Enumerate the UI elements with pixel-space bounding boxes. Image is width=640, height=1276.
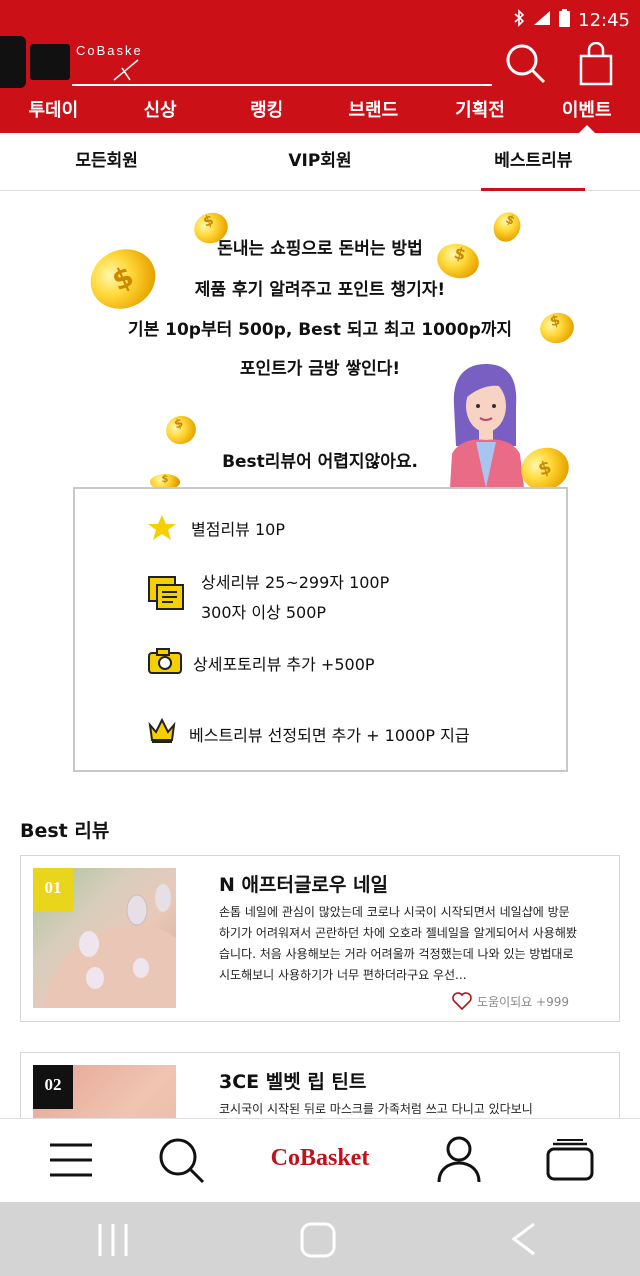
nav-new[interactable]: 신상: [107, 96, 214, 126]
rank-badge: 02: [33, 1065, 73, 1109]
promo-line-1: 돈내는 쇼핑으로 돈버는 방법: [217, 239, 423, 259]
status-time: 12:45: [578, 9, 630, 31]
heart-icon: [452, 992, 472, 1010]
user-icon[interactable]: [437, 1135, 481, 1187]
home-icon[interactable]: [300, 1222, 336, 1262]
rank-badge: 01: [33, 868, 73, 912]
review-card[interactable]: 01 N 애프터글로우 네일 손톱 네일에 관심이 많았는데 코로나 시국이 시…: [20, 855, 620, 1022]
point-rules-box: 별점리뷰 10P 상세리뷰 25~299자 100P 300자 이상 500P …: [73, 487, 568, 772]
nav-today[interactable]: 투데이: [0, 96, 107, 126]
review-thumbnail[interactable]: 01: [33, 868, 176, 1008]
signal-icon: [533, 10, 551, 31]
logo-mark: [0, 36, 26, 88]
brand-home-button[interactable]: CoBasket: [0, 1145, 640, 1172]
logo-text: CoBaske: [76, 43, 143, 58]
helpful-button[interactable]: 도움이되요 +999: [452, 992, 569, 1010]
cards-icon[interactable]: [546, 1139, 594, 1185]
nav-brand[interactable]: 브랜드: [320, 96, 427, 126]
review-text: 손톱 네일에 관심이 많았는데 코로나 시국이 시작되면서 네일샵에 방문하기가…: [219, 905, 577, 982]
bottom-tab-bar: CoBasket: [0, 1118, 640, 1202]
promo-line-2: 제품 후기 알려주고 포인트 챙기자!: [194, 280, 446, 300]
helpful-count: 도움이되요 +999: [477, 994, 569, 1009]
system-nav-bar: [0, 1202, 640, 1276]
rule-detail-review-1: 상세리뷰 25~299자 100P: [201, 573, 390, 592]
rule-detail-review-2: 300자 이상 500P: [201, 603, 327, 622]
recent-apps-icon[interactable]: [96, 1224, 130, 1260]
promo-line-4: 포인트가 금방 쌓인다!: [239, 359, 401, 379]
battery-icon: [559, 8, 571, 32]
sub-tabs: 모든회원 VIP회원 베스트리뷰: [0, 133, 640, 191]
coin-icon: [162, 411, 200, 449]
document-icon: [147, 575, 187, 617]
review-product-title[interactable]: N 애프터글로우 네일: [219, 870, 388, 897]
shopping-bag-icon[interactable]: [578, 41, 614, 90]
review-text: 코시국이 시작된 뒤로 마스크를 가족처럼 쓰고 다니고 있다보니: [219, 1102, 533, 1116]
review-product-title[interactable]: 3CE 벨벳 립 틴트: [219, 1067, 366, 1094]
rule-star-review: 별점리뷰 10P: [191, 520, 285, 539]
logo-mark-box: [30, 44, 70, 80]
nav-ranking[interactable]: 랭킹: [213, 96, 320, 126]
bluetooth-icon: [513, 8, 525, 32]
app-root: 12:45 CoBaske 투데이 신상 랭킹 브랜드 기획전 이벤트 모든회원…: [0, 0, 640, 1276]
rank-number: 01: [44, 878, 62, 897]
logo-swoosh-icon: [113, 59, 139, 81]
rank-number: 02: [44, 1075, 62, 1094]
tab-best-review[interactable]: 베스트리뷰: [427, 133, 640, 191]
camera-icon: [147, 647, 183, 679]
rule-photo-review: 상세포토리뷰 추가 +500P: [193, 655, 375, 674]
tab-vip-members[interactable]: VIP회원: [213, 133, 426, 190]
best-review-title: Best 리뷰: [20, 820, 110, 842]
header: 12:45 CoBaske 투데이 신상 랭킹 브랜드 기획전 이벤트: [0, 0, 640, 135]
nav-exhibition[interactable]: 기획전: [427, 96, 534, 126]
rule-best-review: 베스트리뷰 선정되면 추가 + 1000P 지급: [189, 726, 470, 745]
promo-line-3: 기본 10p부터 500p, Best 되고 최고 1000p까지: [127, 320, 513, 340]
search-underline: [72, 84, 492, 86]
tab-all-members[interactable]: 모든회원: [0, 133, 213, 190]
main-nav: 투데이 신상 랭킹 브랜드 기획전 이벤트: [0, 96, 640, 135]
status-bar: 12:45: [513, 8, 630, 32]
crown-icon: [147, 715, 177, 749]
nav-event-label: 이벤트: [561, 100, 612, 121]
star-icon: [147, 513, 177, 547]
back-icon[interactable]: [510, 1222, 536, 1260]
search-icon[interactable]: [505, 43, 547, 89]
nav-event[interactable]: 이벤트: [533, 96, 640, 135]
woman-illustration-icon: [450, 364, 524, 488]
